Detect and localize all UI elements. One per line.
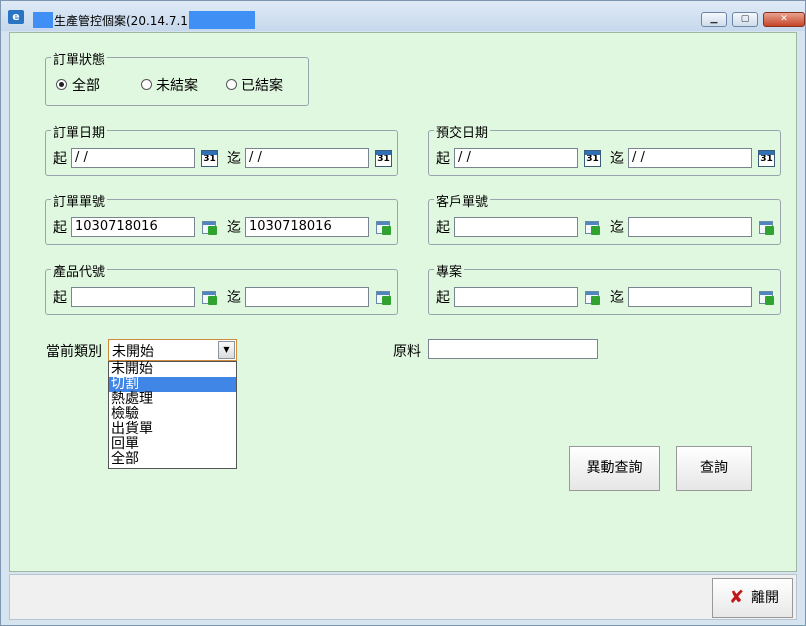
project-from-label: 起 — [436, 290, 450, 306]
customer-number-to-label: 迄 — [610, 220, 624, 236]
delivery-date-to-calendar-icon[interactable]: 31 — [758, 150, 775, 167]
delivery-date-to-label: 迄 — [610, 151, 624, 167]
redacted-block — [33, 12, 53, 28]
project-from-lookup-icon[interactable] — [584, 290, 601, 306]
radio-open[interactable] — [141, 79, 152, 90]
radio-closed[interactable] — [226, 79, 237, 90]
customer-number-title: 客戶單號 — [434, 191, 491, 210]
status-bar: ✘ 離開 — [9, 574, 797, 620]
order-number-to-input[interactable]: 1030718016 — [245, 217, 369, 237]
product-code-group: 產品代號 起 迄 — [45, 261, 398, 315]
project-group: 專案 起 迄 — [428, 261, 781, 315]
delivery-date-title: 預交日期 — [434, 122, 491, 141]
order-date-title: 訂單日期 — [51, 122, 108, 141]
product-code-to-label: 迄 — [227, 290, 241, 306]
current-category-select[interactable]: 未開始 ▼ — [108, 339, 237, 361]
order-date-from-label: 起 — [53, 151, 67, 167]
current-category-value: 未開始 — [112, 344, 154, 360]
current-category-dropdown: 未開始 切割 熱處理 檢驗 出貨單 回單 全部 — [108, 361, 237, 469]
delivery-date-to-input[interactable]: / / — [628, 148, 752, 168]
order-number-from-input[interactable]: 1030718016 — [71, 217, 195, 237]
order-number-group: 訂單單號 起 1030718016 迄 1030718016 — [45, 191, 398, 245]
product-code-from-input[interactable] — [71, 287, 195, 307]
order-status-group: 訂單狀態 全部 未結案 已結案 — [45, 49, 309, 106]
maximize-icon[interactable]: ▢ — [732, 12, 758, 27]
material-label: 原料 — [393, 344, 421, 360]
product-code-title: 產品代號 — [51, 261, 108, 280]
change-query-button[interactable]: 異動查詢 — [569, 446, 660, 491]
redacted-block — [189, 11, 255, 29]
material-input[interactable] — [428, 339, 598, 359]
customer-number-to-input[interactable] — [628, 217, 752, 237]
app-icon: e — [8, 10, 24, 24]
product-code-from-lookup-icon[interactable] — [201, 290, 218, 306]
delivery-date-from-input[interactable]: / / — [454, 148, 578, 168]
order-number-to-label: 迄 — [227, 220, 241, 236]
product-code-to-lookup-icon[interactable] — [375, 290, 392, 306]
close-x-icon: ✘ — [729, 587, 745, 608]
project-to-label: 迄 — [610, 290, 624, 306]
project-to-lookup-icon[interactable] — [758, 290, 775, 306]
radio-all-label: 全部 — [72, 78, 100, 94]
exit-button[interactable]: ✘ 離開 — [712, 578, 793, 618]
dropdown-option[interactable]: 熱處理 — [109, 392, 236, 407]
title-bar: e 生產管控個案(20.14.7.1) ▁ ▢ ✕ — [1, 1, 805, 31]
order-date-from-calendar-icon[interactable]: 31 — [201, 150, 218, 167]
delivery-date-group: 預交日期 起 / / 31 迄 / / 31 — [428, 122, 781, 176]
radio-closed-label: 已結案 — [241, 78, 283, 94]
order-number-to-lookup-icon[interactable] — [375, 220, 392, 236]
order-date-to-calendar-icon[interactable]: 31 — [375, 150, 392, 167]
query-button[interactable]: 查詢 — [676, 446, 752, 491]
customer-number-from-input[interactable] — [454, 217, 578, 237]
radio-all[interactable] — [56, 79, 67, 90]
exit-button-label: 離開 — [751, 590, 779, 606]
chevron-down-icon[interactable]: ▼ — [218, 341, 235, 359]
radio-open-label: 未結案 — [156, 78, 198, 94]
dropdown-option[interactable]: 未開始 — [109, 362, 236, 377]
close-icon[interactable]: ✕ — [763, 12, 805, 27]
order-number-from-lookup-icon[interactable] — [201, 220, 218, 236]
product-code-from-label: 起 — [53, 290, 67, 306]
order-date-to-input[interactable]: / / — [245, 148, 369, 168]
order-status-title: 訂單狀態 — [51, 49, 108, 68]
current-category-label: 當前類別 — [46, 344, 102, 360]
minimize-icon[interactable]: ▁ — [701, 12, 727, 27]
dropdown-option[interactable]: 回單 — [109, 437, 236, 452]
customer-number-from-label: 起 — [436, 220, 450, 236]
project-to-input[interactable] — [628, 287, 752, 307]
order-date-from-input[interactable]: / / — [71, 148, 195, 168]
dropdown-option-highlighted[interactable]: 切割 — [109, 377, 236, 392]
order-date-to-label: 迄 — [227, 151, 241, 167]
main-window: e 生產管控個案(20.14.7.1) ▁ ▢ ✕ 訂單狀態 全部 未結案 已結… — [0, 0, 806, 626]
order-date-group: 訂單日期 起 / / 31 迄 / / 31 — [45, 122, 398, 176]
form-area: 訂單狀態 全部 未結案 已結案 訂單日期 起 / / 31 迄 / / 31 預… — [9, 32, 797, 572]
order-number-title: 訂單單號 — [51, 191, 108, 210]
order-number-from-label: 起 — [53, 220, 67, 236]
customer-number-to-lookup-icon[interactable] — [758, 220, 775, 236]
dropdown-option[interactable]: 全部 — [109, 452, 236, 467]
product-code-to-input[interactable] — [245, 287, 369, 307]
project-from-input[interactable] — [454, 287, 578, 307]
project-title: 專案 — [434, 261, 465, 280]
delivery-date-from-calendar-icon[interactable]: 31 — [584, 150, 601, 167]
dropdown-option[interactable]: 出貨單 — [109, 422, 236, 437]
delivery-date-from-label: 起 — [436, 151, 450, 167]
dropdown-option[interactable]: 檢驗 — [109, 407, 236, 422]
customer-number-group: 客戶單號 起 迄 — [428, 191, 781, 245]
window-title: 生產管控個案(20.14.7.1) — [54, 14, 193, 28]
customer-number-from-lookup-icon[interactable] — [584, 220, 601, 236]
